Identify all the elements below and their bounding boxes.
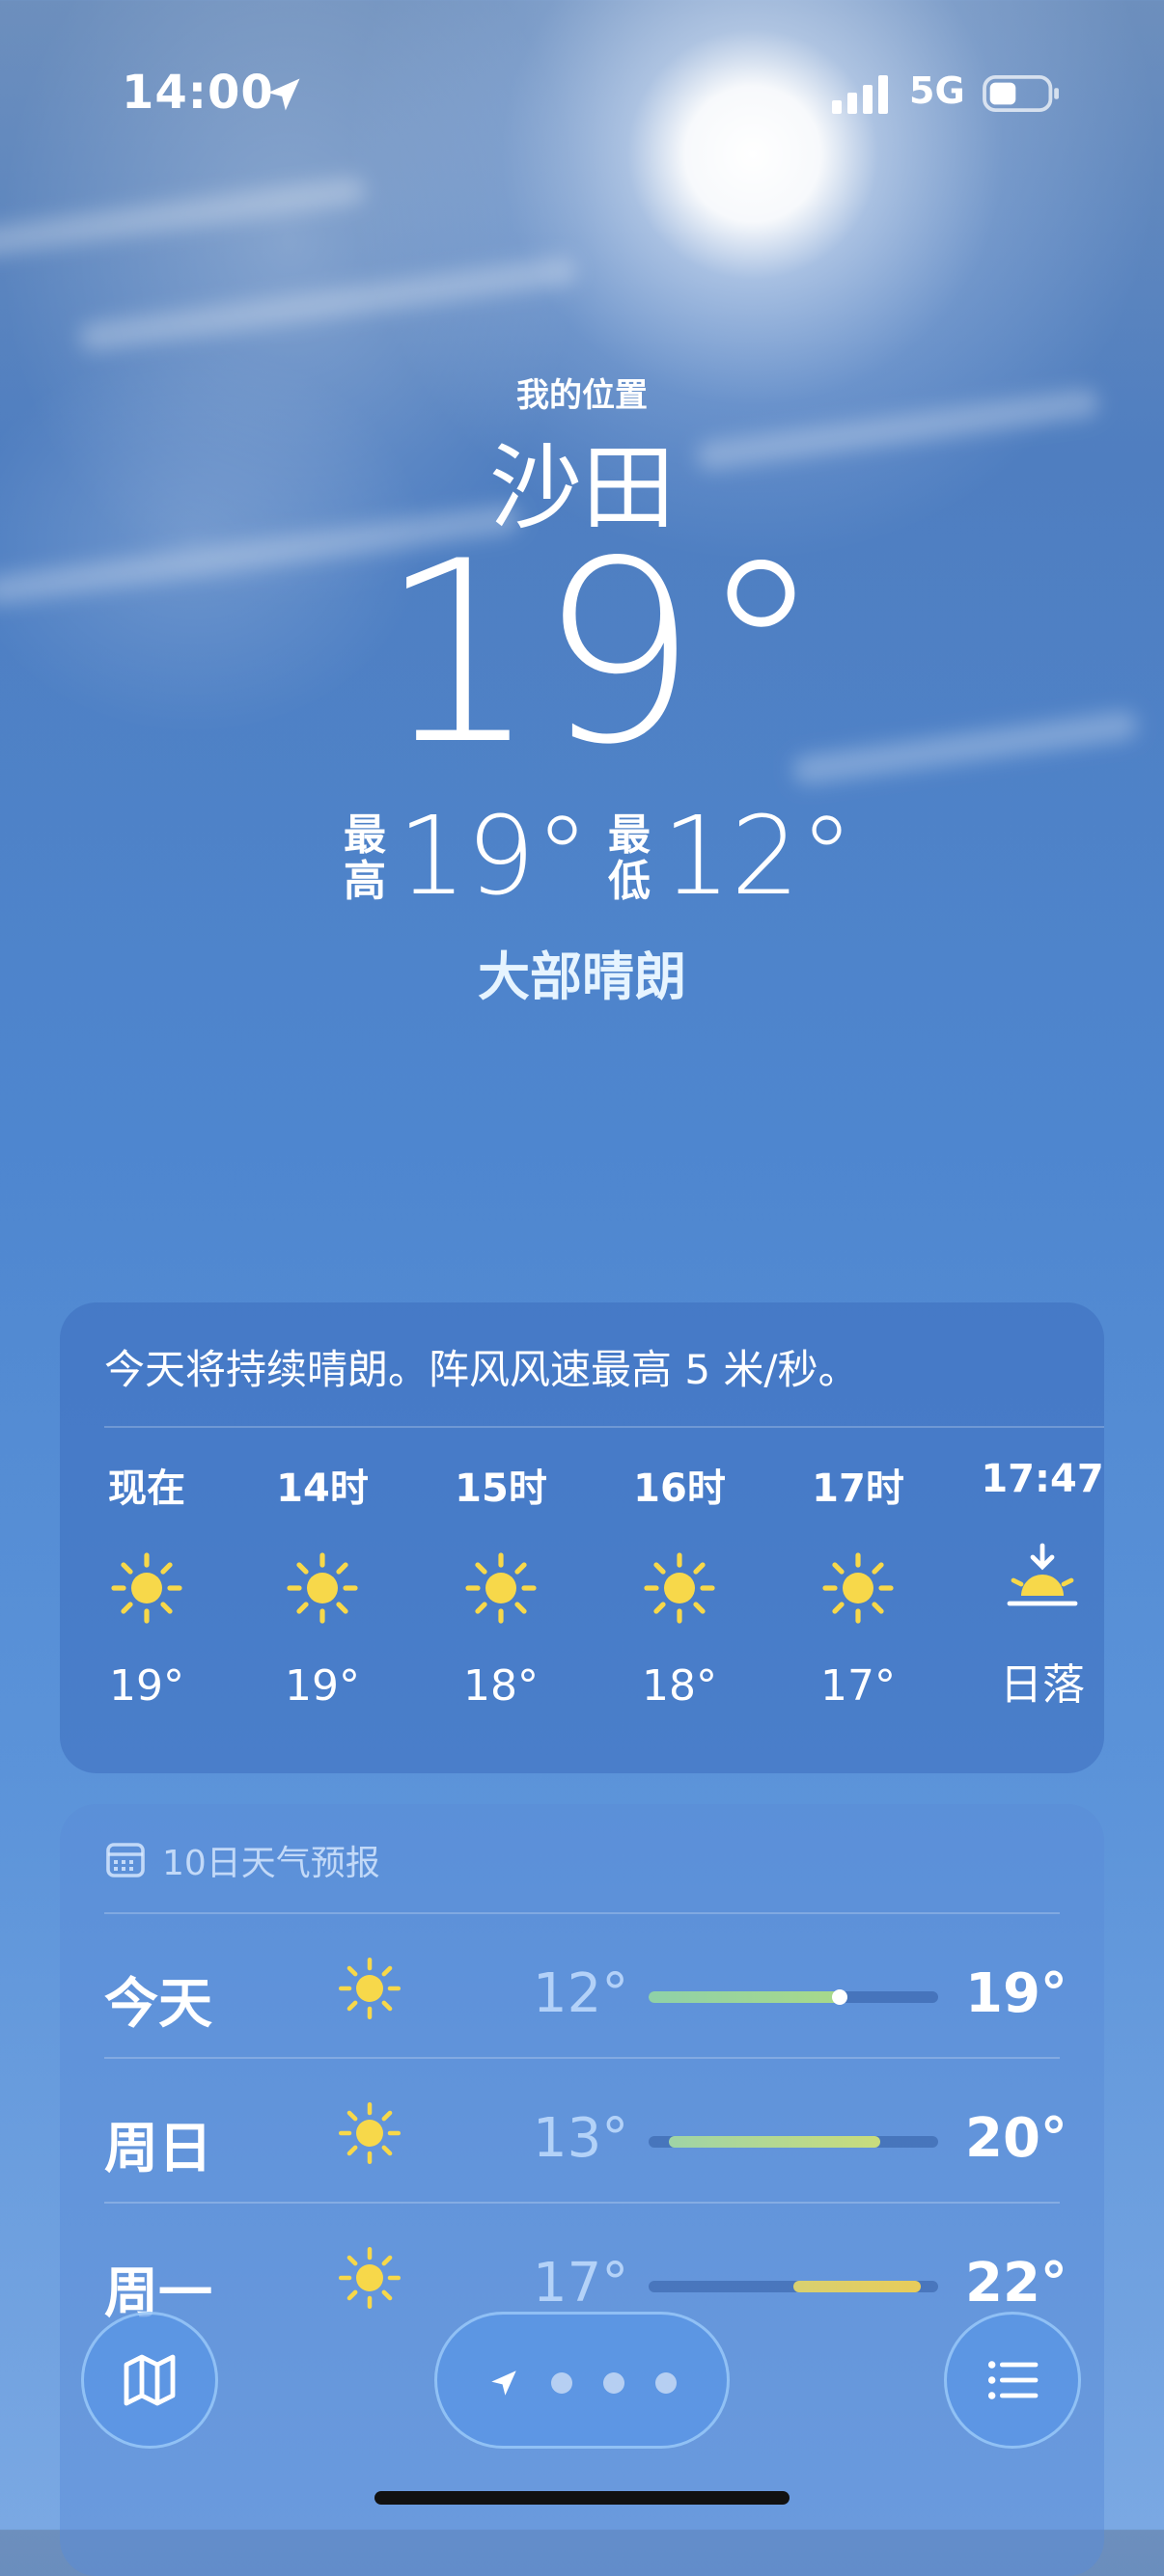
status-time: 14:00 [122, 66, 274, 120]
low-temp: 17° [533, 2252, 629, 2315]
hour-temp: 18° [463, 1661, 539, 1711]
sun-icon [819, 1549, 897, 1627]
hour-label: 17时 [812, 1466, 904, 1511]
sun-icon [462, 1549, 540, 1627]
hourly-forecast-card[interactable]: 今天将持续晴朗。阵风风速最高 5 米/秒。 现在 19° 14时 19° 15时 1… [60, 1302, 1104, 1773]
sunset-icon [1004, 1538, 1081, 1615]
divider [104, 1912, 1060, 1914]
hour-label: 现在 [108, 1466, 185, 1511]
hourly-item: 17时 17° [771, 1457, 945, 1711]
high-temp: 22° [965, 2252, 1067, 2315]
divider [104, 2202, 1060, 2204]
location-list-button[interactable] [944, 2312, 1081, 2449]
hourly-item: 现在 19° [60, 1457, 234, 1711]
cellular-signal-icon [832, 75, 888, 114]
home-indicator [374, 2491, 790, 2505]
hour-temp: 17° [820, 1661, 896, 1711]
hourly-item: 16时 18° [593, 1457, 766, 1711]
high-label: 最高 [344, 810, 386, 906]
sun-icon [284, 1549, 361, 1627]
page-dot [551, 2372, 572, 2394]
temperature-range-fill [649, 1991, 840, 2003]
high-temp: 20° [965, 2107, 1067, 2170]
page-dot [655, 2372, 677, 2394]
location-arrow-icon [267, 78, 300, 111]
location-arrow-icon [491, 2370, 516, 2396]
hourly-item: 17:47 日落 [956, 1457, 1129, 1712]
map-button[interactable] [81, 2312, 218, 2449]
low-temp: 13° [533, 2107, 629, 2170]
calendar-icon [106, 1843, 145, 1877]
hour-label: 14时 [276, 1466, 369, 1511]
sun-icon [336, 2244, 403, 2312]
temperature-range-bar [649, 1989, 938, 2005]
hour-label: 16时 [633, 1466, 726, 1511]
day-label: 周日 [104, 2118, 212, 2180]
page-indicator[interactable] [434, 2312, 730, 2449]
list-icon [987, 2361, 1039, 2399]
hour-temp: 日落 [1000, 1660, 1085, 1710]
network-type: 5G [909, 69, 965, 112]
current-temp-marker [832, 1989, 847, 2005]
divider [104, 2057, 1060, 2059]
temperature-range-bar [649, 2281, 938, 2292]
page-dot [603, 2372, 624, 2394]
hour-label: 17:47 [981, 1457, 1104, 1501]
battery-icon [983, 75, 1059, 112]
sun-icon [336, 1955, 403, 2022]
sun-icon [641, 1549, 718, 1627]
low-label: 最低 [608, 810, 651, 906]
divider [104, 1426, 1104, 1428]
sun-icon [336, 2099, 403, 2167]
hour-temp: 18° [642, 1661, 717, 1711]
high-temp: 19° [398, 794, 590, 919]
map-icon [124, 2354, 176, 2406]
hour-temp: 19° [285, 1661, 360, 1711]
location-label: 我的位置 [516, 376, 648, 415]
high-temp: 19° [965, 1962, 1067, 2025]
daily-row[interactable]: 今天 12° 19° [60, 1912, 1104, 2057]
day-label: 今天 [104, 1973, 212, 2036]
hour-label: 15时 [455, 1466, 547, 1511]
hourly-item: 14时 19° [236, 1457, 409, 1711]
current-temperature: 19° [378, 508, 824, 800]
condition-text: 大部晴朗 [478, 946, 686, 1007]
temperature-range-fill [793, 2281, 921, 2292]
daily-row[interactable]: 周日 13° 20° [60, 2057, 1104, 2202]
daily-forecast-card[interactable]: 10日天气预报 今天 12° 19° 周日 13° 20° 周一 17° 22° [60, 1804, 1104, 2576]
forecast-summary: 今天将持续晴朗。阵风风速最高 5 米/秒。 [104, 1346, 859, 1393]
daily-forecast-title: 10日天气预报 [162, 1844, 380, 1883]
low-temp: 12° [662, 794, 854, 919]
high-low: 最高 19° 最低 12° [0, 803, 1164, 918]
sun-icon [108, 1549, 185, 1627]
hour-temp: 19° [109, 1661, 184, 1711]
hourly-item: 15时 18° [414, 1457, 588, 1711]
status-bar: 14:00 5G [0, 66, 1164, 123]
temperature-range-fill [669, 2136, 880, 2148]
temperature-range-bar [649, 2136, 938, 2148]
low-temp: 12° [533, 1962, 629, 2025]
